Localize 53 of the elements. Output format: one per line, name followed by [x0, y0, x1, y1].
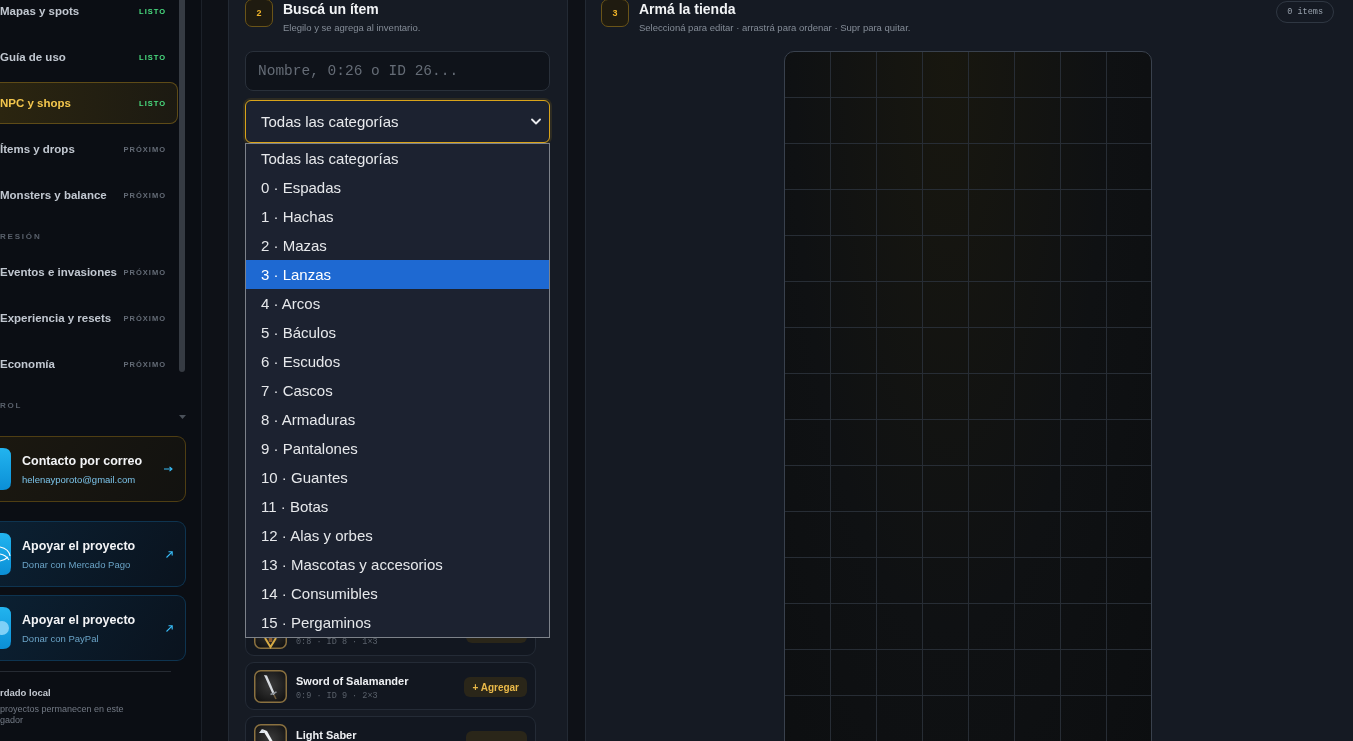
- scroll-down-arrow-icon[interactable]: [178, 415, 186, 419]
- card-subtitle: Donar con Mercado Pago: [22, 558, 132, 570]
- panel-title: Buscá un ítem: [283, 1, 380, 18]
- dropdown-option[interactable]: 13 · Mascotas y accesorios: [246, 550, 549, 579]
- logo-tile-icon: [0, 533, 11, 575]
- dropdown-option[interactable]: 12 · Alas y orbes: [246, 521, 549, 550]
- card-title: Apoyar el proyecto: [22, 612, 137, 627]
- dropdown-option[interactable]: 4 · Arcos: [246, 289, 549, 318]
- card-subtitle: Donar con PayPal: [22, 632, 100, 644]
- dropdown-option[interactable]: Todas las categorías: [246, 144, 549, 173]
- item-meta: 0:8 · ID 8 · 1×3: [296, 637, 379, 648]
- logo-tile-icon: [0, 448, 11, 490]
- note-text: proyectos permanecen en este gador: [0, 704, 125, 726]
- note-title: rdado local: [0, 687, 52, 698]
- dropdown-option[interactable]: 15 · Pergaminos: [246, 608, 549, 637]
- panel-subtitle: Elegilo y se agrega al inventario.: [283, 22, 422, 34]
- step-number: 3: [601, 0, 629, 27]
- section-heading: ROL: [0, 400, 24, 412]
- link-card[interactable]: Apoyar el proyecto Donar con Mercado Pago: [0, 521, 186, 587]
- scrollbar-thumb[interactable]: [179, 0, 185, 372]
- step-number: 2: [245, 0, 273, 27]
- section-heading: RESIÓN: [0, 231, 43, 243]
- dropdown-option[interactable]: 3 · Lanzas: [246, 260, 549, 289]
- chevron-down-icon: [531, 118, 541, 125]
- add-button[interactable]: + Agregar: [464, 677, 527, 697]
- logo-tile-icon: [0, 607, 11, 649]
- panel-title: Armá la tienda: [639, 1, 737, 18]
- dropdown-option[interactable]: 11 · Botas: [246, 492, 549, 521]
- item-name: Sword of Salamander: [296, 674, 410, 688]
- item-meta: 0:9 · ID 9 · 2×3: [296, 690, 379, 702]
- dropdown-option[interactable]: 5 · Báculos: [246, 318, 549, 347]
- dropdown-option[interactable]: 0 · Espadas: [246, 173, 549, 202]
- arrow-up-right-icon: [166, 550, 173, 558]
- dropdown-option[interactable]: 6 · Escudos: [246, 347, 549, 376]
- link-card[interactable]: Contacto por correo helenayporoto@gmail.com: [0, 436, 186, 502]
- sword-icon: [254, 670, 287, 703]
- dropdown-option[interactable]: 10 · Guantes: [246, 463, 549, 492]
- link-card[interactable]: Apoyar el proyecto Donar con PayPal: [0, 595, 186, 661]
- dropdown-option[interactable]: 1 · Hachas: [246, 202, 549, 231]
- dropdown-option[interactable]: 2 · Mazas: [246, 231, 549, 260]
- dropdown-option[interactable]: 14 · Consumibles: [246, 579, 549, 608]
- dropdown-option[interactable]: 8 · Armaduras: [246, 405, 549, 434]
- arrow-up-right-icon: [166, 624, 173, 632]
- card-subtitle: helenayporoto@gmail.com: [22, 473, 137, 485]
- panel-subtitle: Seleccioná para editar · arrastrá para ordenar · Supr para quitar.: [639, 22, 912, 34]
- card-title: Contacto por correo: [22, 453, 144, 468]
- card-title: Apoyar el proyecto: [22, 538, 137, 553]
- dropdown-option[interactable]: 7 · Cascos: [246, 376, 549, 405]
- item-name: Light Saber: [296, 728, 358, 741]
- search-field[interactable]: Nombre, 0:26 o ID 26...: [245, 51, 550, 91]
- dropdown-option[interactable]: 9 · Pantalones: [246, 434, 549, 463]
- arrow-right-icon: [164, 466, 173, 472]
- category-select[interactable]: Todas las categorías: [245, 100, 550, 143]
